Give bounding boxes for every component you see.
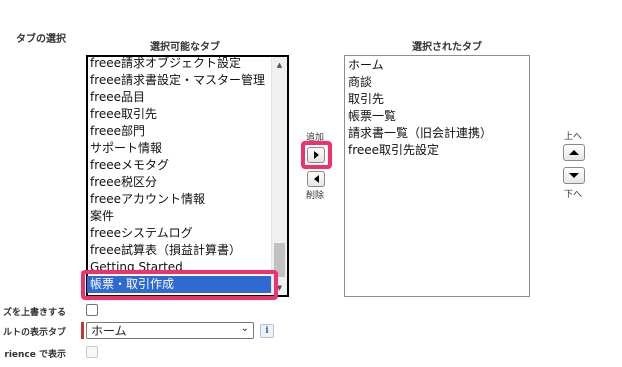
arrow-down-icon: [569, 173, 579, 178]
overwrite-checkbox[interactable]: [86, 304, 98, 316]
up-label: 上へ: [564, 132, 583, 142]
tab-selection-label: タブの選択: [16, 34, 66, 45]
selected-tab-item[interactable]: 取引先: [345, 91, 529, 108]
available-tabs-title: 選択可能なタブ: [150, 42, 220, 53]
default-tab-select[interactable]: ホーム ⌄: [86, 322, 254, 339]
available-tab-item[interactable]: freee取引先: [87, 106, 271, 123]
selected-tabs-title: 選択されたタブ: [412, 42, 482, 53]
available-tab-item[interactable]: freee請求書設定・マスター管理: [87, 72, 271, 89]
available-tabs-scrollbar[interactable]: ▲ ▼: [271, 57, 287, 295]
available-tab-item[interactable]: freee部門: [87, 123, 271, 140]
experience-checkbox[interactable]: [86, 346, 98, 358]
arrow-up-icon: [569, 150, 579, 155]
add-button[interactable]: [307, 147, 325, 163]
available-tab-item[interactable]: freee請求オブジェクト設定: [87, 56, 271, 72]
required-marker: [81, 322, 84, 339]
available-tab-item[interactable]: freee品目: [87, 89, 271, 106]
available-tabs-listbox[interactable]: freee請求オブジェクト設定 freee請求書設定・マスター管理 freee品目 f…: [86, 55, 289, 297]
selected-tab-item[interactable]: freee取引先設定: [345, 142, 529, 159]
down-label: 下へ: [564, 190, 583, 200]
move-down-button[interactable]: [563, 167, 585, 184]
move-up-button[interactable]: [563, 144, 585, 161]
chevron-down-icon: ⌄: [240, 323, 249, 334]
selected-tab-item[interactable]: 商談: [345, 74, 529, 91]
selected-tab-item[interactable]: 請求書一覧（旧会計連携）: [345, 125, 529, 142]
available-tab-item[interactable]: freee税区分: [87, 174, 271, 191]
available-tab-item[interactable]: freeeメモタグ: [87, 157, 271, 174]
overwrite-label: ズを上書きする: [2, 308, 66, 318]
available-tab-item[interactable]: freeeアカウント情報: [87, 191, 271, 208]
scroll-up-arrow-icon[interactable]: ▲: [272, 57, 287, 72]
selected-tabs-listbox[interactable]: ホーム 商談 取引先 帳票一覧 請求書一覧（旧会計連携） freee取引先設定: [344, 55, 530, 297]
selected-tab-item[interactable]: 帳票一覧: [345, 108, 529, 125]
available-tab-item[interactable]: サポート情報: [87, 140, 271, 157]
available-tab-item[interactable]: 案件: [87, 208, 271, 225]
arrow-left-icon: [313, 175, 319, 183]
default-tab-value: ホーム: [91, 324, 127, 338]
info-icon[interactable]: i: [260, 324, 274, 338]
arrow-right-icon: [313, 151, 319, 159]
available-tab-item[interactable]: freee試算表（損益計算書）: [87, 242, 271, 259]
selected-item-highlight: [81, 270, 278, 300]
default-tab-label: ルトの表示タブ: [2, 328, 66, 338]
available-tab-item[interactable]: freeeシステムログ: [87, 225, 271, 242]
remove-button[interactable]: [307, 171, 325, 187]
selected-tab-item[interactable]: ホーム: [345, 57, 529, 74]
remove-label: 削除: [306, 191, 325, 201]
experience-label: rience で表示: [4, 350, 66, 360]
